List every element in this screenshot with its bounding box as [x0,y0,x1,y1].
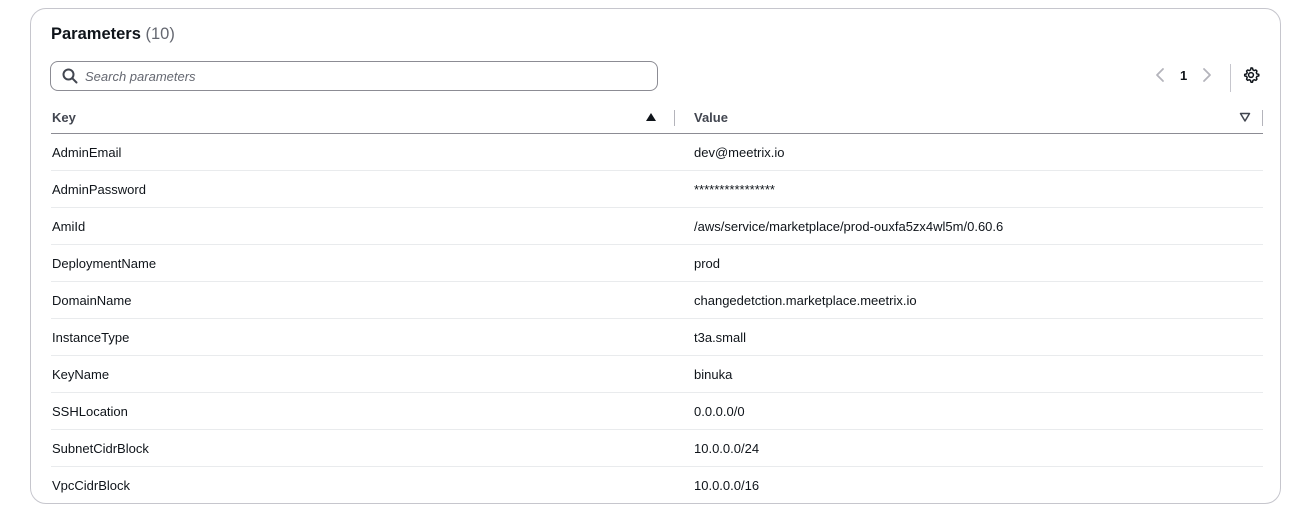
table-row: DeploymentName prod [51,244,1263,282]
page-title: Parameters (10) [51,25,175,44]
search-box[interactable] [50,61,658,91]
cell-key: InstanceType [51,318,675,356]
cell-value: prod [675,244,1263,282]
table-row: SubnetCidrBlock 10.0.0.0/24 [51,429,1263,467]
toolbar-divider [1230,64,1231,92]
cell-key: KeyName [51,355,675,393]
chevron-left-icon[interactable] [1153,65,1167,85]
table-row: InstanceType t3a.small [51,318,1263,356]
table-row: AmiId/aws/service/marketplace/prod-ouxfa… [51,207,1263,245]
table-header-row: Key Value [51,101,1263,134]
sort-ascending-icon[interactable] [645,111,657,123]
table-row: AdminPassword **************** [51,170,1263,208]
cell-key: VpcCidrBlock [52,477,131,493]
cell-value: changedetction.marketplace.meetrix.io [675,281,1263,319]
chevron-right-icon[interactable] [1200,65,1214,85]
cell-value: **************** [675,170,1263,208]
column-header-value[interactable]: Value [675,101,1263,134]
parameters-table: Key Value AdminEmail dev@meetrix.io Admin… [51,101,1263,503]
cell-value: 10.0.0.0/16 [694,477,760,493]
column-divider[interactable] [1262,110,1263,126]
parameter-count: (10) [145,25,175,43]
parameters-panel: Parameters (10) 1 [30,8,1281,504]
cell-key: AmiId [51,207,675,245]
title-text: Parameters [51,25,141,43]
cell-value: dev@meetrix.io [675,133,1263,171]
search-icon [62,68,78,84]
column-key-label: Key [52,109,76,125]
cell-key: DomainName [51,281,675,319]
cell-key: DeploymentName [51,244,675,282]
table-row: SSHLocation 0.0.0.0/0 [51,392,1263,430]
table-row: AdminEmail dev@meetrix.io [51,133,1263,171]
cell-value: 10.0.0.0/24 [675,429,1263,467]
gear-icon[interactable] [1242,66,1260,84]
column-value-label: Value [694,109,728,125]
table-row: DomainName changedetction.marketplace.mee… [51,281,1263,319]
pagination: 1 [1153,65,1214,85]
cell-key: AdminEmail [51,133,675,171]
table-row: VpcCidrBlock 10.0.0.0/16 [51,467,1263,504]
cell-key: SubnetCidrBlock [51,429,675,467]
cell-key: SSHLocation [51,392,675,430]
search-input[interactable] [85,68,645,84]
column-header-key[interactable]: Key [51,101,675,134]
table-row: KeyName binuka [51,355,1263,393]
sort-descending-icon[interactable] [1239,111,1251,123]
cell-value: 0.0.0.0/0 [675,392,1263,430]
cell-value: binuka [675,355,1263,393]
current-page[interactable]: 1 [1180,68,1187,83]
cell-value: t3a.small [675,318,1263,356]
cell-key: AdminPassword [51,170,675,208]
cell-value: /aws/service/marketplace/prod-ouxfa5zx4w… [675,207,1263,245]
